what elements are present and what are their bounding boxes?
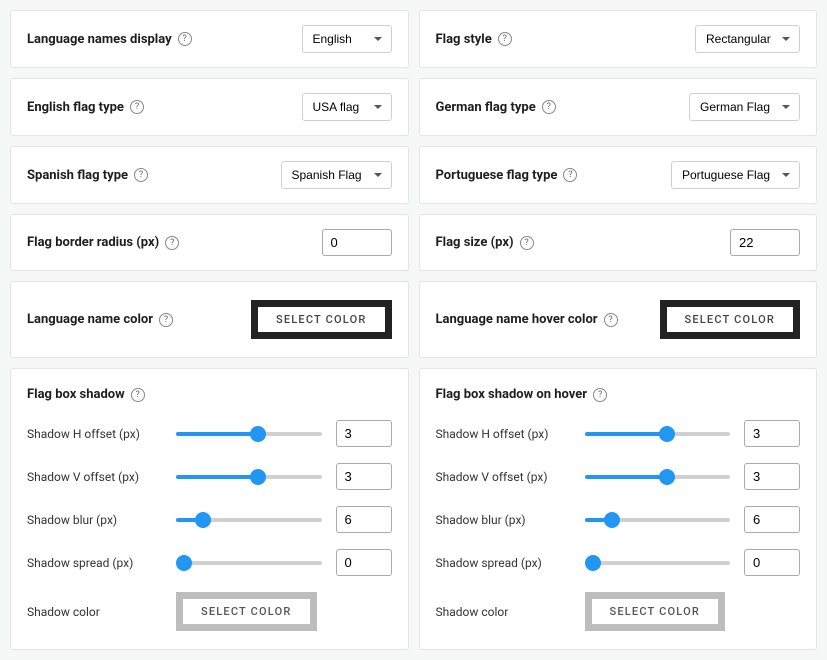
portuguese-flag-type-label: Portuguese flag type ? [436,168,578,183]
flag-style-select[interactable]: Rectangular [695,25,800,53]
hover-shadow-spread-input[interactable] [744,549,800,576]
hover-shadow-v-offset-label: Shadow V offset (px) [436,470,571,484]
shadow-blur-input[interactable] [336,506,392,533]
hover-shadow-color-button[interactable]: SELECT COLOR [585,592,726,631]
hover-shadow-h-offset-slider[interactable] [585,432,731,436]
flag-style-label: Flag style ? [436,32,512,47]
shadow-blur-label: Shadow blur (px) [27,513,162,527]
spanish-flag-type-select[interactable]: Spanish Flag [281,161,392,189]
spanish-flag-type-label: Spanish flag type ? [27,168,148,183]
lang-name-color-label: Language name color ? [27,312,173,327]
shadow-v-offset-slider[interactable] [176,475,322,479]
shadow-h-offset-slider[interactable] [176,432,322,436]
lang-name-hover-color-label: Language name hover color ? [436,312,618,327]
help-icon[interactable]: ? [593,388,607,402]
help-icon[interactable]: ? [134,168,148,182]
shadow-spread-label: Shadow spread (px) [27,556,162,570]
help-icon[interactable]: ? [165,236,179,250]
hover-shadow-blur-input[interactable] [744,506,800,533]
hover-shadow-spread-label: Shadow spread (px) [436,556,571,570]
lang-names-display-label: Language names display ? [27,32,192,47]
hover-shadow-h-offset-input[interactable] [744,420,800,447]
hover-shadow-v-offset-slider[interactable] [585,475,731,479]
shadow-color-button[interactable]: SELECT COLOR [176,592,317,631]
hover-shadow-blur-label: Shadow blur (px) [436,513,571,527]
help-icon[interactable]: ? [159,313,173,327]
shadow-blur-slider[interactable] [176,518,322,522]
help-icon[interactable]: ? [131,388,145,402]
flag-box-shadow-title: Flag box shadow [27,387,125,402]
flag-border-radius-label: Flag border radius (px) ? [27,235,179,250]
lang-names-display-select[interactable]: English [302,25,392,53]
help-icon[interactable]: ? [604,313,618,327]
lang-name-hover-color-button[interactable]: SELECT COLOR [660,300,801,339]
shadow-spread-slider[interactable] [176,561,322,565]
help-icon[interactable]: ? [130,100,144,114]
help-icon[interactable]: ? [498,32,512,46]
shadow-v-offset-label: Shadow V offset (px) [27,470,162,484]
shadow-h-offset-input[interactable] [336,420,392,447]
flag-size-input[interactable] [730,229,800,256]
flag-box-shadow-hover-title: Flag box shadow on hover [436,387,588,402]
german-flag-type-select[interactable]: German Flag [689,93,800,121]
hover-shadow-v-offset-input[interactable] [744,463,800,490]
lang-name-color-button[interactable]: SELECT COLOR [251,300,392,339]
help-icon[interactable]: ? [542,100,556,114]
shadow-spread-input[interactable] [336,549,392,576]
help-icon[interactable]: ? [563,168,577,182]
hover-shadow-h-offset-label: Shadow H offset (px) [436,427,571,441]
help-icon[interactable]: ? [520,236,534,250]
help-icon[interactable]: ? [178,32,192,46]
flag-border-radius-input[interactable] [322,229,392,256]
flag-size-label: Flag size (px) ? [436,235,534,250]
english-flag-type-label: English flag type ? [27,100,144,115]
flag-box-shadow-panel: Flag box shadow ? Shadow H offset (px) S… [10,368,409,650]
shadow-color-label: Shadow color [27,605,162,619]
english-flag-type-select[interactable]: USA flag [302,93,392,121]
flag-box-shadow-hover-panel: Flag box shadow on hover ? Shadow H offs… [419,368,818,650]
hover-shadow-blur-slider[interactable] [585,518,731,522]
shadow-v-offset-input[interactable] [336,463,392,490]
hover-shadow-spread-slider[interactable] [585,561,731,565]
hover-shadow-color-label: Shadow color [436,605,571,619]
portuguese-flag-type-select[interactable]: Portuguese Flag [671,161,800,189]
german-flag-type-label: German flag type ? [436,100,556,115]
shadow-h-offset-label: Shadow H offset (px) [27,427,162,441]
